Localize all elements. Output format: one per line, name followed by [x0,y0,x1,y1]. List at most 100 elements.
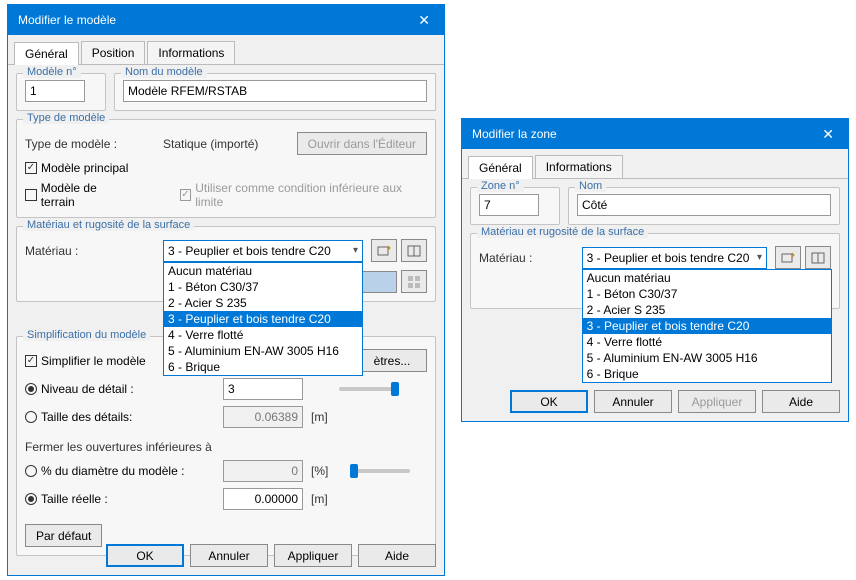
title-text: Modifier la zone [472,127,557,141]
slider-thumb[interactable] [391,382,399,396]
material-option[interactable]: 3 - Peuplier et bois tendre C20 [164,311,362,327]
material-label: Matériau : [479,251,574,265]
tabs: Général Position Informations [8,35,444,65]
dialog-body: Zone n° Nom Matériau et rugosité de la s… [462,179,848,325]
radio-label: Taille des détails: [41,410,132,424]
detail-size-input [223,406,303,428]
tabs: Général Informations [462,149,848,179]
close-icon[interactable]: ✕ [816,126,840,143]
principal-model-checkbox[interactable]: Modèle principal [25,161,128,175]
zone-number-input[interactable] [479,194,539,216]
tab-informations[interactable]: Informations [147,41,235,64]
detail-size-radio[interactable]: Taille des détails: [25,410,215,424]
ok-button[interactable]: OK [510,390,588,413]
pct-slider[interactable] [350,469,410,473]
material-option[interactable]: 1 - Béton C30/37 [164,279,362,295]
cancel-button[interactable]: Annuler [594,390,672,413]
checkbox-label: Modèle de terrain [41,181,132,209]
chevron-down-icon: ▾ [353,245,358,256]
radio-label: Taille réelle : [41,492,108,506]
checkbox-label: Simplifier le modèle [41,354,146,368]
unit-label: [m] [311,410,328,424]
material-dropdown[interactable]: 3 - Peuplier et bois tendre C20 ▾ Aucun … [582,247,767,269]
zone-name-input[interactable] [577,194,831,216]
slider-thumb[interactable] [350,464,358,478]
tab-general[interactable]: Général [14,42,79,65]
chevron-down-icon: ▾ [757,252,762,263]
checkbox-icon [25,189,37,201]
material-option[interactable]: 6 - Brique [164,359,362,375]
dialog-edit-zone: Modifier la zone ✕ Général Informations … [461,118,849,422]
dialog-footer: OK Annuler Appliquer Aide [470,390,840,413]
material-option[interactable]: 2 - Acier S 235 [164,295,362,311]
unit-label: [m] [311,492,328,506]
checkbox-label: Modèle principal [41,161,128,175]
unit-label: [%] [311,464,328,478]
material-option[interactable]: 5 - Aluminium EN-AW 3005 H16 [164,343,362,359]
detail-level-input[interactable] [223,378,303,400]
checkbox-icon [25,162,37,174]
group-zone-no-title: Zone n° [477,180,524,192]
model-number-input[interactable] [25,80,85,102]
material-option[interactable]: 1 - Béton C30/37 [583,286,831,302]
dialog-footer: OK Annuler Appliquer Aide [16,544,436,567]
color-swatch[interactable] [357,271,397,293]
detail-slider[interactable] [339,387,399,391]
material-library-icon[interactable] [401,239,427,262]
simplify-checkbox[interactable]: Simplifier le modèle [25,354,146,368]
material-label: Matériau : [25,244,155,258]
tab-position[interactable]: Position [81,41,146,64]
checkbox-label: Utiliser comme condition inférieure aux … [195,181,427,209]
group-material-title: Matériau et rugosité de la surface [23,219,194,231]
type-value: Statique (importé) [163,137,289,151]
material-dropdown-list: Aucun matériau 1 - Béton C30/37 2 - Acie… [163,262,363,376]
material-option[interactable]: Aucun matériau [164,263,362,279]
material-library-icon[interactable] [805,246,831,269]
titlebar[interactable]: Modifier le modèle ✕ [8,5,444,35]
type-label: Type de modèle : [25,137,155,151]
help-button[interactable]: Aide [358,544,436,567]
terrain-model-checkbox[interactable]: Modèle de terrain [25,181,132,209]
dialog-edit-model: Modifier le modèle ✕ Général Position In… [7,4,445,576]
material-option[interactable]: 4 - Verre flotté [164,327,362,343]
ok-button[interactable]: OK [106,544,184,567]
material-dropdown[interactable]: 3 - Peuplier et bois tendre C20 ▾ Aucun … [163,240,363,262]
apply-button[interactable]: Appliquer [274,544,352,567]
close-icon[interactable]: ✕ [412,12,436,29]
material-option[interactable]: 2 - Acier S 235 [583,302,831,318]
pct-input [223,460,303,482]
material-option[interactable]: 4 - Verre flotté [583,334,831,350]
apply-button[interactable]: Appliquer [678,390,756,413]
checkbox-icon [180,189,192,201]
material-new-icon[interactable] [775,246,801,269]
real-size-input[interactable] [223,488,303,510]
checkbox-icon [25,355,37,367]
material-selected: 3 - Peuplier et bois tendre C20 [168,244,331,258]
help-button[interactable]: Aide [762,390,840,413]
pct-model-radio[interactable]: % du diamètre du modèle : [25,464,215,478]
tab-informations[interactable]: Informations [535,155,623,178]
group-model-no-title: Modèle n° [23,66,81,78]
detail-level-radio[interactable]: Niveau de détail : [25,382,215,396]
close-openings-label: Fermer les ouvertures inférieures à [25,440,212,454]
titlebar[interactable]: Modifier la zone ✕ [462,119,848,149]
radio-label: Niveau de détail : [41,382,134,396]
model-name-input[interactable] [123,80,427,102]
material-option[interactable]: 6 - Brique [583,366,831,382]
cancel-button[interactable]: Annuler [190,544,268,567]
parameters-button[interactable]: ètres... [357,349,427,372]
real-size-radio[interactable]: Taille réelle : [25,492,215,506]
material-option[interactable]: 5 - Aluminium EN-AW 3005 H16 [583,350,831,366]
radio-icon [25,493,37,505]
open-editor-button[interactable]: Ouvrir dans l'Éditeur [297,132,427,155]
group-simplify-title: Simplification du modèle [23,329,150,341]
radio-icon [25,465,37,477]
title-text: Modifier le modèle [18,13,116,27]
material-new-icon[interactable] [371,239,397,262]
group-zone-name-title: Nom [575,180,606,192]
material-option[interactable]: Aucun matériau [583,270,831,286]
material-selected: 3 - Peuplier et bois tendre C20 [587,251,750,265]
radio-icon [25,411,37,423]
tab-general[interactable]: Général [468,156,533,179]
material-option[interactable]: 3 - Peuplier et bois tendre C20 [583,318,831,334]
